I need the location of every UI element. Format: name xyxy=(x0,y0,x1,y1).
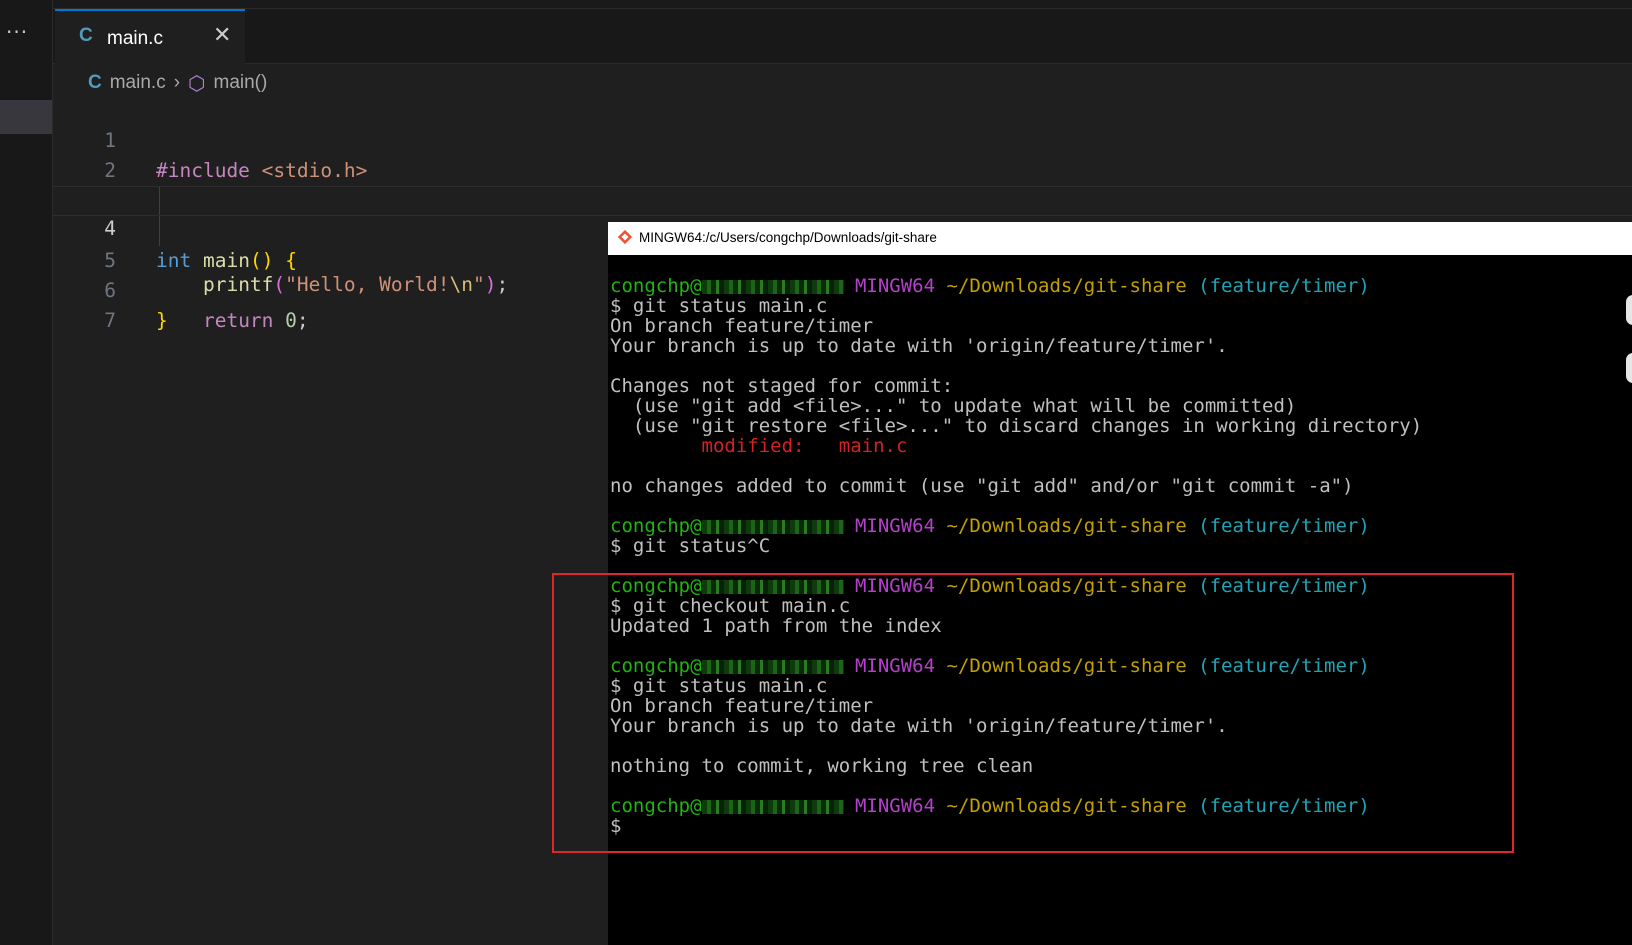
terminal-line: (use "git restore <file>..." to discard … xyxy=(610,415,1423,437)
terminal-line-modified: modified: main.c xyxy=(610,435,908,457)
redacted-host xyxy=(701,519,844,534)
indent-guide xyxy=(159,187,160,215)
terminal-line: Updated 1 path from the index xyxy=(610,615,942,637)
code-text: } xyxy=(156,309,168,332)
terminal-line: $ git status^C xyxy=(610,535,771,557)
terminal-line: $ git status main.c xyxy=(610,295,828,317)
indent-guide xyxy=(159,216,160,246)
title-strip xyxy=(53,0,1632,9)
git-bash-icon xyxy=(618,230,632,244)
redacted-host xyxy=(701,579,844,594)
terminal-line: $ git status main.c xyxy=(610,675,828,697)
terminal-prompt: congchp@ MINGW64 ~/Downloads/git-share (… xyxy=(610,275,1370,297)
close-icon[interactable]: ✕ xyxy=(213,23,231,48)
code-line[interactable]: 3 int main() { xyxy=(53,156,1632,272)
code-text: return 0; xyxy=(202,309,309,332)
terminal-line: On branch feature/timer xyxy=(610,695,874,717)
terminal-line: On branch feature/timer xyxy=(610,315,874,337)
code-line[interactable]: 2 xyxy=(53,126,1632,182)
terminal-line: (use "git add <file>..." to update what … xyxy=(610,395,1297,417)
terminal-line: Your branch is up to date with 'origin/f… xyxy=(610,335,1228,357)
c-file-icon: C xyxy=(79,25,93,46)
activity-selected-item[interactable] xyxy=(0,100,52,134)
redacted-host xyxy=(701,659,844,674)
breadcrumb-symbol[interactable]: main() xyxy=(214,72,268,94)
redacted-host xyxy=(701,279,844,294)
edge-handle xyxy=(1626,353,1632,383)
terminal-title-bar[interactable]: MINGW64:/c/Users/congchp/Downloads/git-s… xyxy=(608,222,1632,255)
terminal-line: $ git checkout main.c xyxy=(610,595,851,617)
breadcrumb: C main.c › ⬡ main() xyxy=(88,70,267,96)
terminal-line: Your branch is up to date with 'origin/f… xyxy=(610,715,1228,737)
code-line-current[interactable]: 4 printf("Hello, World!\n"); xyxy=(53,186,1632,296)
terminal-prompt: congchp@ MINGW64 ~/Downloads/git-share (… xyxy=(610,795,1370,817)
terminal-line: no changes added to commit (use "git add… xyxy=(610,475,1354,497)
edge-handle xyxy=(1626,295,1632,325)
terminal-title: MINGW64:/c/Users/congchp/Downloads/git-s… xyxy=(639,230,937,245)
activity-bar: ··· xyxy=(0,0,53,945)
line-number: 7 xyxy=(104,309,116,332)
terminal-prompt: congchp@ MINGW64 ~/Downloads/git-share (… xyxy=(610,515,1370,537)
code-line[interactable]: 1 #include <stdio.h> xyxy=(53,96,1632,182)
chevron-right-icon: › xyxy=(173,72,181,93)
terminal-body[interactable]: congchp@ MINGW64 ~/Downloads/git-share (… xyxy=(608,255,1632,945)
terminal-line: nothing to commit, working tree clean xyxy=(610,755,1034,777)
terminal-prompt: congchp@ MINGW64 ~/Downloads/git-share (… xyxy=(610,575,1370,597)
terminal-prompt: congchp@ MINGW64 ~/Downloads/git-share (… xyxy=(610,655,1370,677)
breadcrumb-file[interactable]: main.c xyxy=(110,72,166,94)
tab-main-c[interactable]: C main.c ✕ xyxy=(55,9,245,65)
more-actions-icon[interactable]: ··· xyxy=(6,20,28,44)
terminal-line: Changes not staged for commit: xyxy=(610,375,954,397)
tab-bar: C main.c ✕ xyxy=(53,0,1632,65)
c-file-icon: C xyxy=(88,72,102,93)
symbol-method-icon: ⬡ xyxy=(188,72,206,95)
redacted-host xyxy=(701,799,844,814)
tab-label: main.c xyxy=(107,28,163,49)
terminal-input-line[interactable]: $ xyxy=(610,816,621,836)
